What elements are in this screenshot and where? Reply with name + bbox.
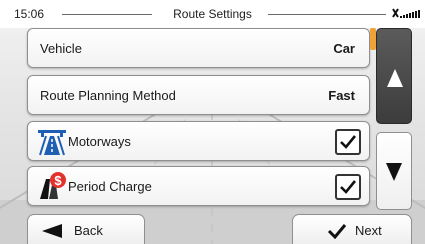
motorways-label: Motorways [68, 134, 131, 149]
next-label: Next [355, 223, 382, 238]
scroll-up-button[interactable] [376, 28, 412, 124]
vehicle-setting-row[interactable]: Vehicle Car [27, 28, 370, 68]
status-bar: 15:06 Route Settings [0, 0, 425, 28]
arrow-down-icon [386, 163, 402, 181]
arrow-up-icon [387, 69, 403, 87]
toll-charge-icon: $ [40, 172, 66, 199]
vehicle-value: Car [333, 41, 355, 56]
checkmark-icon [327, 224, 347, 239]
title-divider-right [268, 14, 386, 15]
back-label: Back [74, 223, 103, 238]
period-charge-row[interactable]: $ Period Charge [27, 166, 370, 206]
vehicle-label: Vehicle [40, 41, 82, 56]
motorway-icon [38, 130, 66, 156]
motorways-checkbox[interactable] [335, 129, 361, 155]
svg-text:$: $ [54, 173, 62, 188]
scroll-down-button[interactable] [376, 132, 412, 210]
gps-signal-icon [392, 8, 420, 18]
route-planning-method-value: Fast [328, 88, 355, 103]
next-button[interactable]: Next [292, 214, 412, 244]
route-planning-method-label: Route Planning Method [40, 88, 176, 103]
back-button[interactable]: Back [27, 214, 145, 244]
checkmark-icon [340, 135, 357, 149]
motorways-row[interactable]: Motorways [27, 121, 370, 161]
route-planning-method-row[interactable]: Route Planning Method Fast [27, 75, 370, 115]
checkmark-icon [340, 180, 357, 194]
period-charge-checkbox[interactable] [335, 174, 361, 200]
period-charge-label: Period Charge [68, 179, 152, 194]
back-arrow-icon [42, 224, 62, 238]
